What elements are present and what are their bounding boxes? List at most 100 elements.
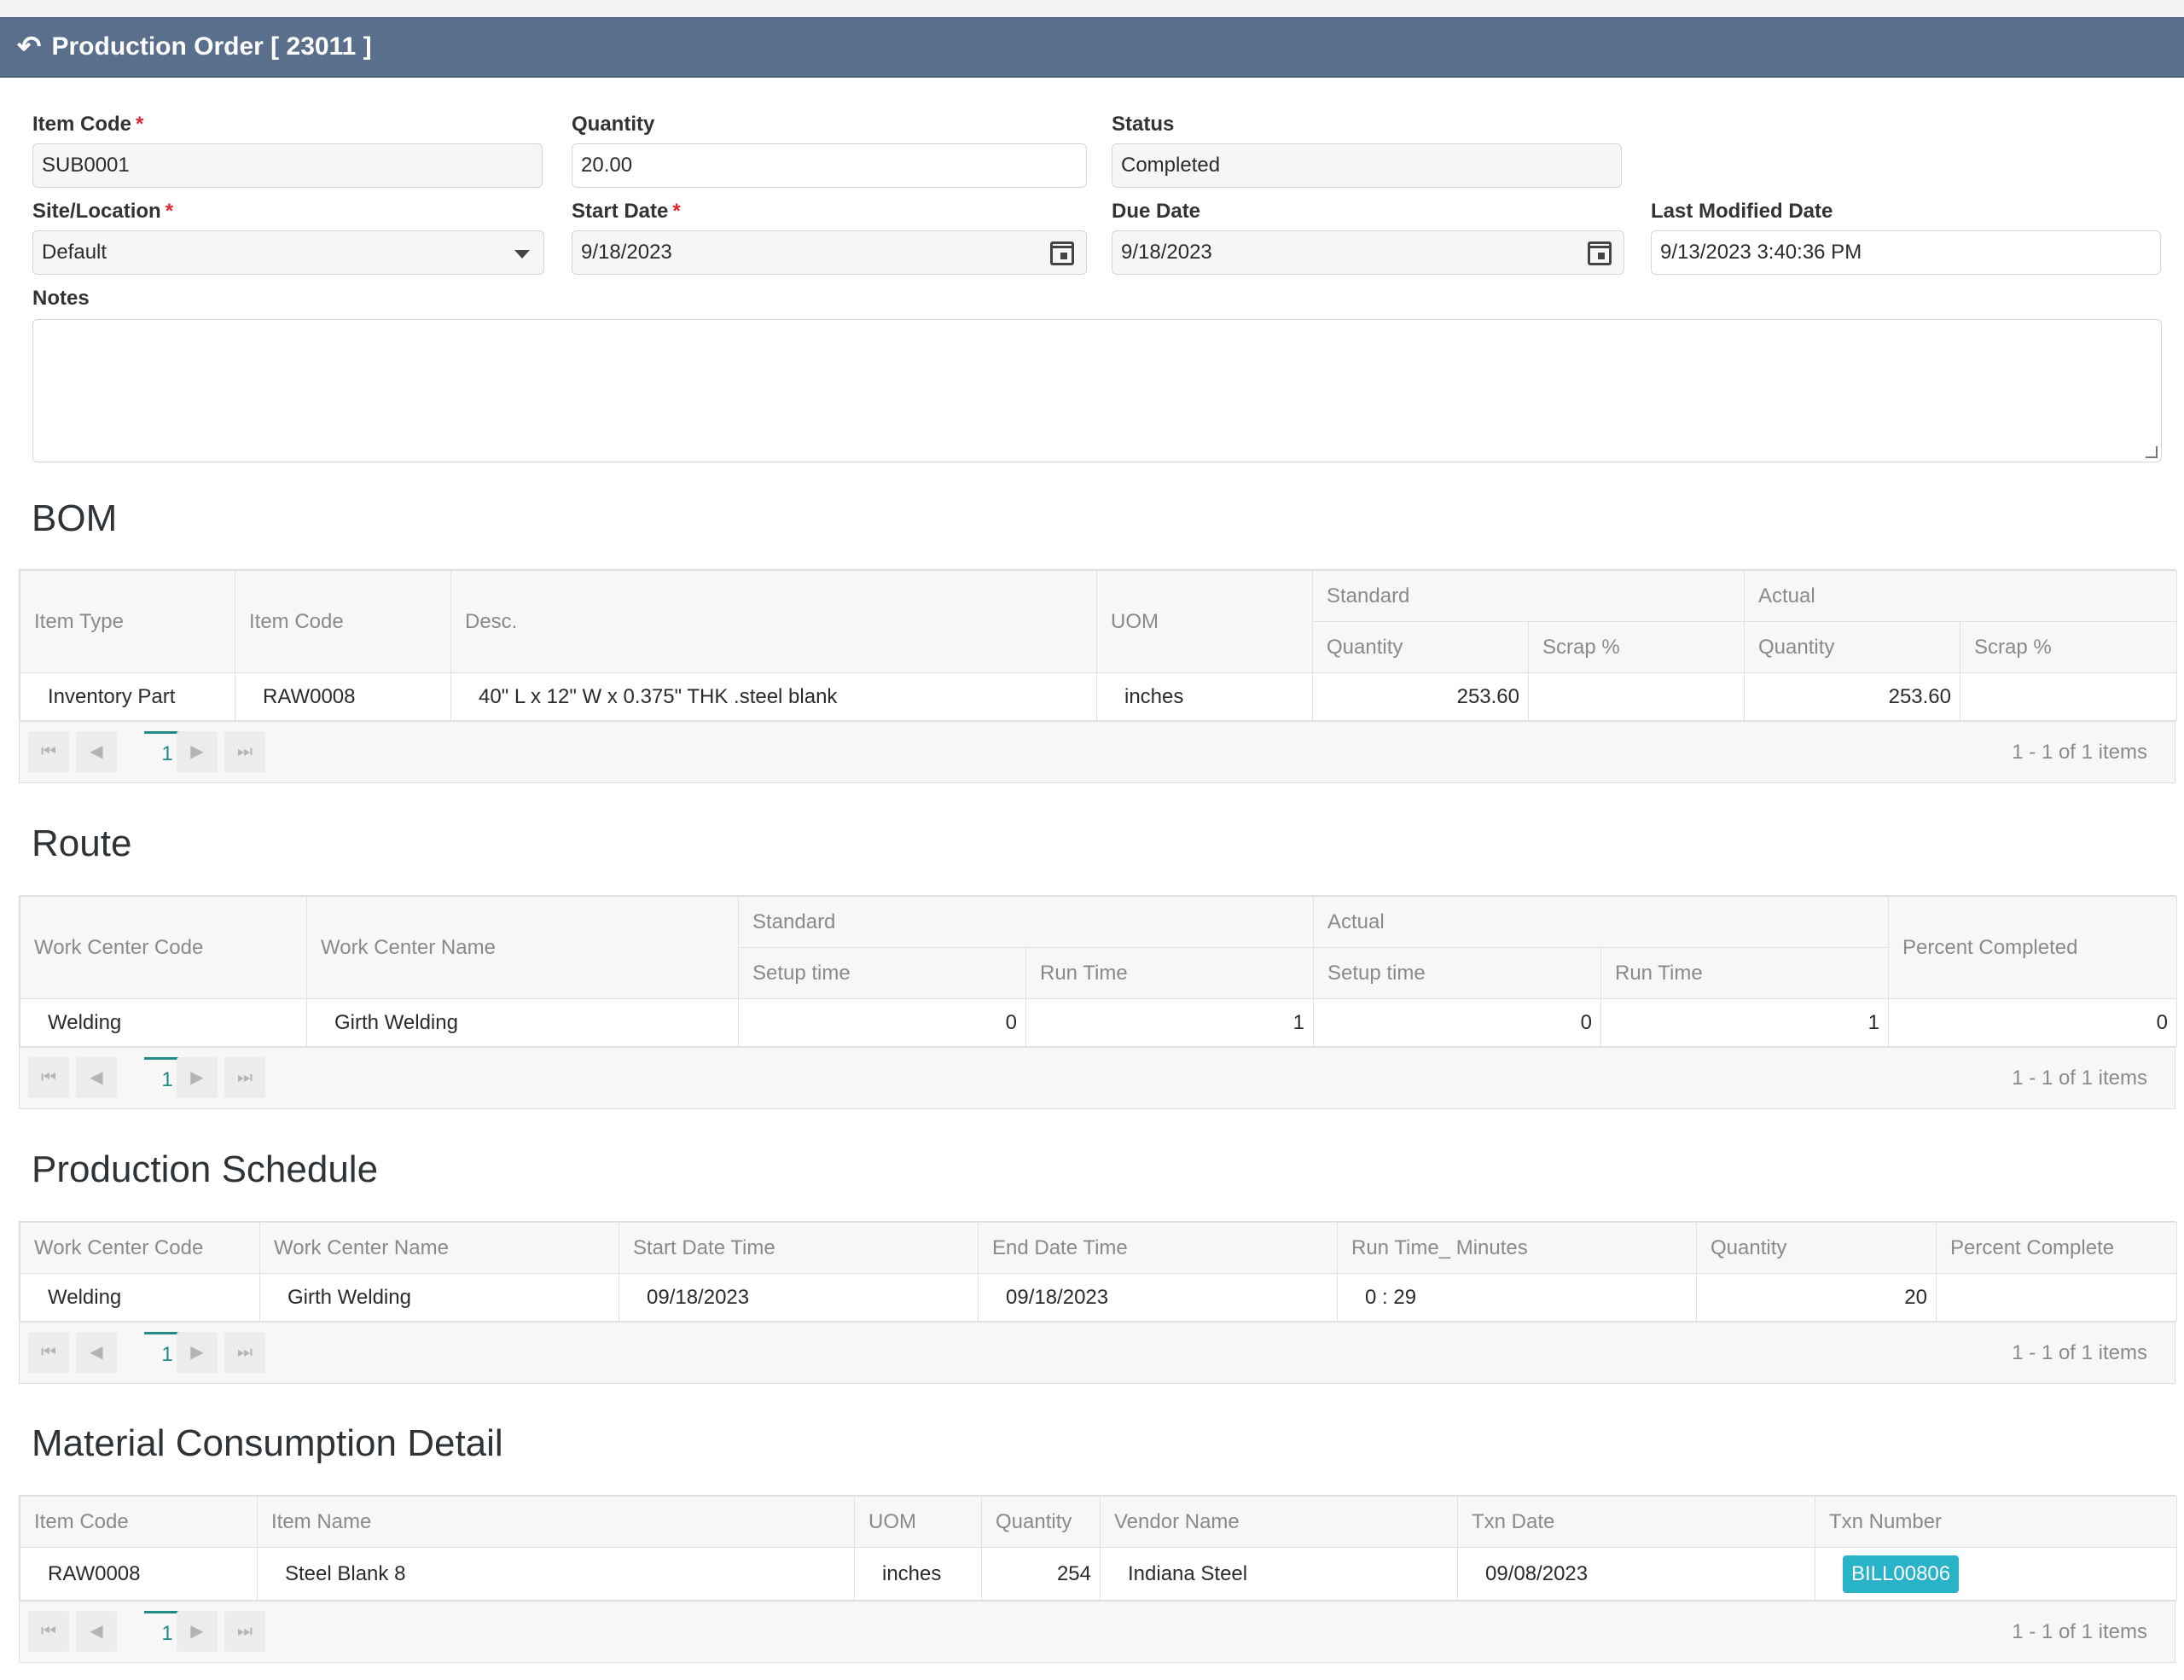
col-item-code[interactable]: Item Code xyxy=(235,570,451,673)
start-date-label: Start Date xyxy=(572,200,669,223)
col-std-scrap[interactable]: Scrap % xyxy=(1528,621,1745,673)
table-row[interactable]: Welding Girth Welding 09/18/2023 09/18/2… xyxy=(20,1273,2177,1322)
cell-item-code: RAW0008 xyxy=(235,672,451,721)
route-title: Route xyxy=(32,823,132,864)
col-txn-number[interactable]: Txn Number xyxy=(1815,1496,2177,1548)
last-modified-input[interactable]: 9/13/2023 3:40:36 PM xyxy=(1651,230,2161,275)
schedule-grid: Work Center Code Work Center Name Start … xyxy=(19,1221,2177,1384)
col-group-actual: Actual xyxy=(1312,896,1890,948)
col-desc[interactable]: Desc. xyxy=(450,570,1097,673)
table-row[interactable]: RAW0008 Steel Blank 8 inches 254 Indiana… xyxy=(20,1547,2177,1601)
cell-desc: 40" L x 12" W x 0.375" THK .steel blank xyxy=(450,672,1097,721)
site-select[interactable]: Default xyxy=(32,230,544,275)
next-page-icon[interactable]: ▶ xyxy=(177,1611,218,1652)
site-field: Site/Location * Default xyxy=(32,198,544,275)
col-item-code[interactable]: Item Code xyxy=(20,1496,258,1548)
calendar-icon[interactable] xyxy=(1050,241,1074,265)
cell-txn-number: BILL00806 xyxy=(1815,1547,2177,1601)
schedule-title: Production Schedule xyxy=(32,1148,379,1190)
consumption-grid: Item Code Item Name UOM Quantity Vendor … xyxy=(19,1495,2177,1663)
pager-info: 1 - 1 of 1 items xyxy=(2012,1067,2147,1090)
prev-page-icon[interactable]: ◀ xyxy=(76,1057,117,1098)
first-page-icon[interactable]: ⏮ xyxy=(28,1611,69,1652)
notes-field: Notes xyxy=(32,285,2162,462)
col-end-datetime[interactable]: End Date Time xyxy=(978,1222,1338,1274)
table-row[interactable]: Inventory Part RAW0008 40" L x 12" W x 0… xyxy=(20,672,2178,721)
cell-act-scrap xyxy=(1959,672,2178,721)
col-wc-name[interactable]: Work Center Name xyxy=(259,1222,619,1274)
cell-item-name: Steel Blank 8 xyxy=(257,1547,855,1601)
status-input[interactable]: Completed xyxy=(1112,143,1622,188)
route-pager: ⏮ ◀ 1 ▶ ⏭ 1 - 1 of 1 items xyxy=(20,1047,2175,1108)
item-code-field: Item Code * SUB0001 xyxy=(32,111,543,188)
first-page-icon[interactable]: ⏮ xyxy=(28,1332,69,1373)
next-page-icon[interactable]: ▶ xyxy=(177,1332,218,1373)
col-vendor-name[interactable]: Vendor Name xyxy=(1100,1496,1458,1548)
last-page-icon[interactable]: ⏭ xyxy=(224,1611,265,1652)
route-grid: Work Center Code Work Center Name Standa… xyxy=(19,895,2178,1109)
col-percent-complete[interactable]: Percent Complete xyxy=(1936,1222,2177,1274)
due-date-input[interactable]: 9/18/2023 xyxy=(1112,230,1624,275)
page-title: Production Order [ 23011 ] xyxy=(51,32,372,61)
cell-txn-date: 09/08/2023 xyxy=(1457,1547,1815,1601)
first-page-icon[interactable]: ⏮ xyxy=(28,731,69,772)
last-page-icon[interactable]: ⏭ xyxy=(224,731,265,772)
table-row[interactable]: Welding Girth Welding 0 1 0 1 0 xyxy=(20,998,2178,1047)
col-std-run[interactable]: Run Time xyxy=(1025,947,1314,999)
notes-textarea[interactable] xyxy=(32,319,2162,462)
bom-title: BOM xyxy=(32,497,118,539)
cell-std-quantity: 253.60 xyxy=(1312,672,1529,721)
last-page-icon[interactable]: ⏭ xyxy=(224,1057,265,1098)
col-act-setup[interactable]: Setup time xyxy=(1313,947,1601,999)
start-date-input[interactable]: 9/18/2023 xyxy=(572,230,1087,275)
item-code-input[interactable]: SUB0001 xyxy=(32,143,543,188)
col-item-type[interactable]: Item Type xyxy=(20,570,235,673)
quantity-input[interactable]: 20.00 xyxy=(572,143,1087,188)
col-act-run[interactable]: Run Time xyxy=(1600,947,1890,999)
next-page-icon[interactable]: ▶ xyxy=(177,1057,218,1098)
pager-info: 1 - 1 of 1 items xyxy=(2012,1341,2147,1364)
col-wc-code[interactable]: Work Center Code xyxy=(20,1222,260,1274)
undo-icon[interactable]: ↶ xyxy=(17,32,42,61)
col-quantity[interactable]: Quantity xyxy=(1696,1222,1937,1274)
cell-wc-name: Girth Welding xyxy=(259,1273,619,1322)
cell-wc-name: Girth Welding xyxy=(306,998,739,1047)
col-percent-completed[interactable]: Percent Completed xyxy=(1888,896,2178,999)
cell-act-run: 1 xyxy=(1600,998,1890,1047)
calendar-icon[interactable] xyxy=(1588,241,1612,265)
page-header: ↶ Production Order [ 23011 ] xyxy=(0,17,2184,78)
cell-start: 09/18/2023 xyxy=(619,1273,979,1322)
col-group-actual: Actual xyxy=(1743,570,2178,622)
cell-std-setup: 0 xyxy=(738,998,1026,1047)
col-txn-date[interactable]: Txn Date xyxy=(1457,1496,1815,1548)
start-date-field: Start Date * 9/18/2023 xyxy=(572,198,1087,275)
due-date-value: 9/18/2023 xyxy=(1121,241,1212,264)
prev-page-icon[interactable]: ◀ xyxy=(76,1611,117,1652)
start-date-value: 9/18/2023 xyxy=(581,241,672,264)
last-page-icon[interactable]: ⏭ xyxy=(224,1332,265,1373)
resize-grip-icon[interactable] xyxy=(2146,446,2158,458)
col-wc-name[interactable]: Work Center Name xyxy=(306,896,739,999)
prev-page-icon[interactable]: ◀ xyxy=(76,1332,117,1373)
col-std-setup[interactable]: Setup time xyxy=(738,947,1026,999)
col-wc-code[interactable]: Work Center Code xyxy=(20,896,307,999)
cell-act-quantity: 253.60 xyxy=(1744,672,1960,721)
col-uom[interactable]: UOM xyxy=(1096,570,1313,673)
col-item-name[interactable]: Item Name xyxy=(257,1496,855,1548)
col-quantity[interactable]: Quantity xyxy=(981,1496,1101,1548)
site-label: Site/Location xyxy=(32,200,161,223)
txn-number-link[interactable]: BILL00806 xyxy=(1843,1555,1960,1593)
col-act-scrap[interactable]: Scrap % xyxy=(1959,621,2178,673)
top-strip xyxy=(0,0,2184,17)
cell-std-scrap xyxy=(1528,672,1745,721)
col-start-datetime[interactable]: Start Date Time xyxy=(619,1222,979,1274)
col-act-quantity[interactable]: Quantity xyxy=(1744,621,1960,673)
col-run-minutes[interactable]: Run Time_ Minutes xyxy=(1337,1222,1697,1274)
col-std-quantity[interactable]: Quantity xyxy=(1312,621,1529,673)
prev-page-icon[interactable]: ◀ xyxy=(76,731,117,772)
first-page-icon[interactable]: ⏮ xyxy=(28,1057,69,1098)
next-page-icon[interactable]: ▶ xyxy=(177,731,218,772)
col-uom[interactable]: UOM xyxy=(854,1496,982,1548)
cell-uom: inches xyxy=(1096,672,1313,721)
due-date-label: Due Date xyxy=(1112,200,1201,223)
